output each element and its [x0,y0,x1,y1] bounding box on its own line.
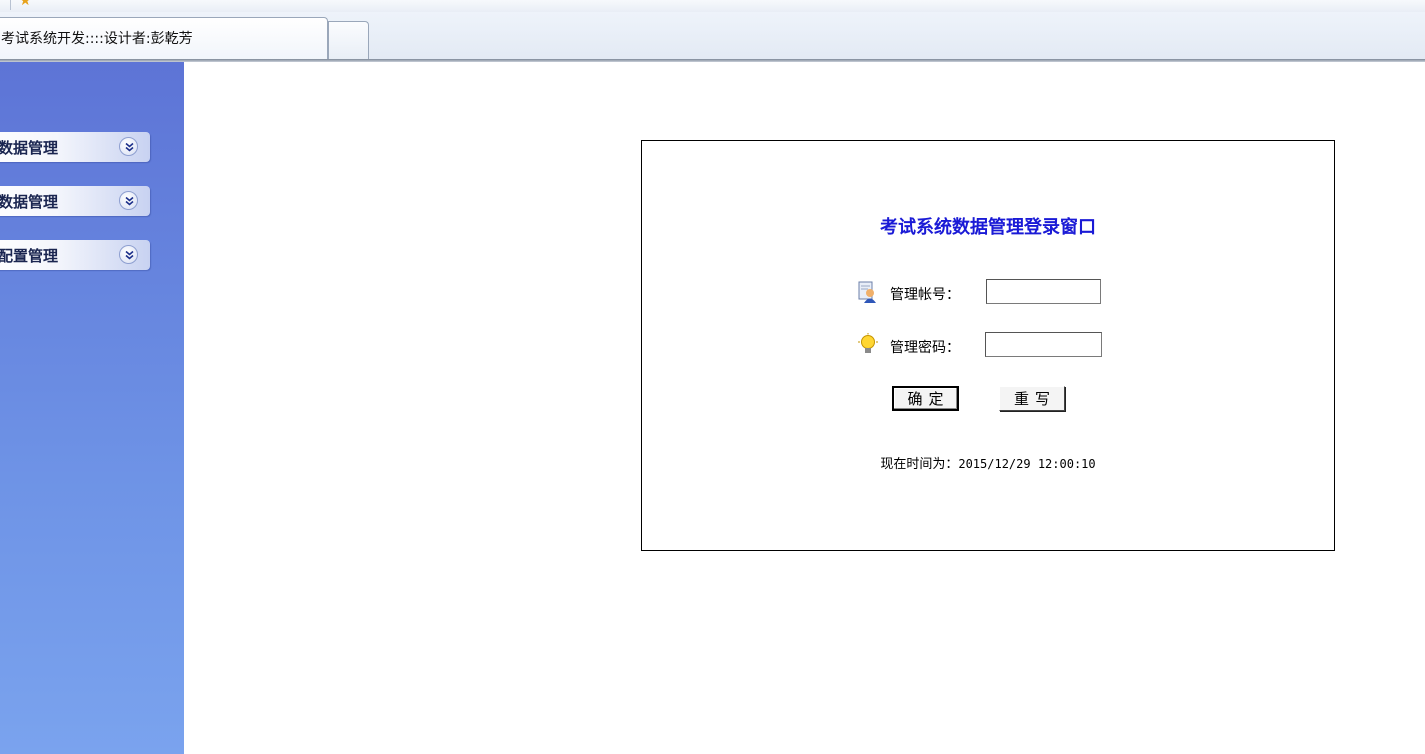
browser-tab-bar: 考试系统开发::::设计者:彭乾芳 [0,12,1425,60]
account-input[interactable] [986,279,1101,304]
sidebar-item-data-management-1[interactable]: 数据管理 [0,132,150,162]
chevron-double-down-icon[interactable] [119,245,138,264]
chrome-divider [0,59,1425,62]
reset-button[interactable]: 重写 [999,386,1065,411]
password-input[interactable] [985,332,1102,357]
favorites-star-icon[interactable]: ★ [19,0,32,8]
sidebar-item-label: 数据管理 [0,139,59,157]
new-tab-button[interactable] [328,21,369,60]
sidebar-item-label: 数据管理 [0,193,59,211]
sidebar-item-data-management-2[interactable]: 数据管理 [0,186,150,216]
current-time: 现在时间为：2015/12/29 12:00:10 [642,453,1334,472]
user-icon [856,280,880,304]
sidebar-item-label: 配置管理 [0,247,59,265]
account-row: 管理帐号： [642,278,1334,308]
browser-tab-title: 考试系统开发::::设计者:彭乾芳 [1,31,193,47]
ok-button[interactable]: 确定 [892,386,959,411]
login-title: 考试系统数据管理登录窗口 [880,217,1096,238]
sidebar: 数据管理 数据管理 配置管理 [0,62,184,754]
chevron-double-down-icon[interactable] [119,137,138,156]
password-label: 管理密码： [890,340,960,356]
chevron-double-down-icon[interactable] [119,191,138,210]
toolbar-separator [10,0,11,10]
password-row: 管理密码： [642,331,1334,361]
lightbulb-icon [856,333,880,357]
time-label: 现在时间为： [880,457,959,472]
login-panel: 考试系统数据管理登录窗口 管理帐号： 管理密码： 确定 重写 现在时间为：201… [641,140,1335,551]
browser-toolbar: ★ [0,0,1425,12]
account-label: 管理帐号： [890,287,960,303]
browser-tab-active[interactable]: 考试系统开发::::设计者:彭乾芳 [0,17,328,60]
time-value: 2015/12/29 12:00:10 [958,457,1096,471]
sidebar-item-config-management[interactable]: 配置管理 [0,240,150,270]
